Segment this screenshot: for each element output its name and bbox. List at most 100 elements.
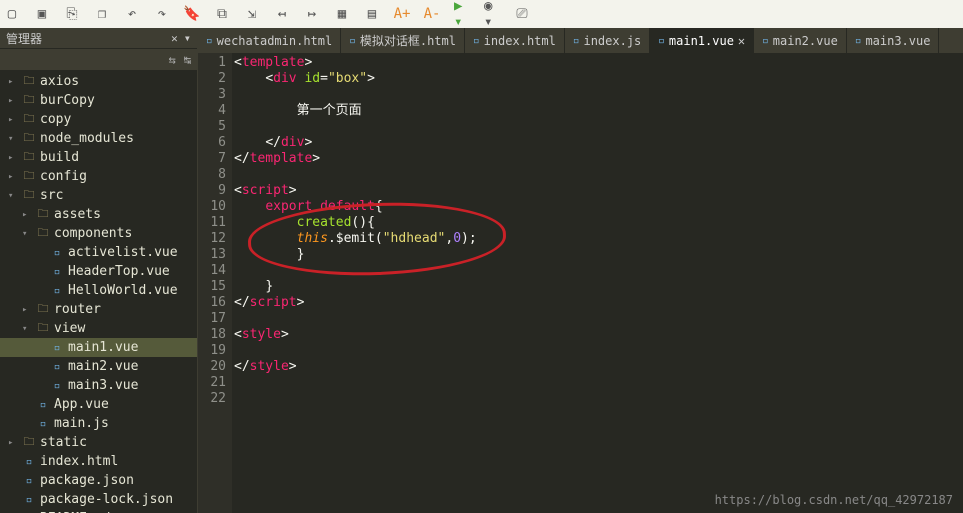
code-line[interactable] (234, 343, 963, 359)
file-icon: ▫ (349, 34, 356, 47)
line-number: 16 (198, 295, 226, 311)
overflow-icon[interactable]: ▾ (184, 31, 191, 45)
code-line[interactable]: <div id="box"> (234, 71, 963, 87)
tree-label: config (40, 169, 87, 184)
tree-file[interactable]: ▫activelist.vue (0, 243, 197, 262)
editor-tab[interactable]: ▫main1.vue✕ (650, 28, 754, 53)
code-editor[interactable]: 12345678910111213141516171819202122 <tem… (198, 53, 963, 513)
new-icon[interactable]: ▢ (4, 6, 20, 22)
code-line[interactable] (234, 263, 963, 279)
editor-tab[interactable]: ▫main2.vue (754, 28, 847, 53)
tree-file[interactable]: ▫main.js (0, 414, 197, 433)
nav-left-icon[interactable]: ↤ (274, 6, 290, 22)
sidebar-tab-title: 管理器 (6, 30, 171, 47)
code-line[interactable]: </script> (234, 295, 963, 311)
saveall-icon[interactable]: ❐ (94, 6, 110, 22)
tree-label: main.js (54, 416, 109, 431)
code-area[interactable]: <template> <div id="box"> 第一个页面 </div></… (232, 53, 963, 513)
code-line[interactable]: created(){ (234, 215, 963, 231)
link-icon[interactable]: ↹ (184, 53, 191, 67)
code-line[interactable]: <script> (234, 183, 963, 199)
open-icon[interactable]: ▣ (34, 6, 50, 22)
folder-icon: 🗀 (36, 322, 50, 336)
code-line[interactable]: this.$emit("hdhead",0); (234, 231, 963, 247)
code-line[interactable]: } (234, 247, 963, 263)
code-line[interactable] (234, 391, 963, 407)
file-icon: ▫ (50, 360, 64, 374)
tree-file[interactable]: ▫index.html (0, 452, 197, 471)
code-line[interactable]: export default{ (234, 199, 963, 215)
tree-folder[interactable]: ▸🗀copy (0, 110, 197, 129)
folder-icon: 🗀 (22, 113, 36, 127)
file-icon: ▫ (50, 265, 64, 279)
tree-file[interactable]: ▫App.vue (0, 395, 197, 414)
tree-folder[interactable]: ▾🗀view (0, 319, 197, 338)
undo-icon[interactable]: ↶ (124, 6, 140, 22)
tree-folder[interactable]: ▸🗀assets (0, 205, 197, 224)
watermark-text: https://blog.csdn.net/qq_42972187 (715, 493, 953, 507)
folder-icon: 🗀 (22, 75, 36, 89)
code-line[interactable]: <style> (234, 327, 963, 343)
bookmark-icon[interactable]: 🔖 (184, 6, 200, 22)
tree-folder[interactable]: ▾🗀node_modules (0, 129, 197, 148)
tree-folder[interactable]: ▸🗀router (0, 300, 197, 319)
code-line[interactable]: <template> (234, 55, 963, 71)
tree-label: HelloWorld.vue (68, 283, 178, 298)
editor-tab[interactable]: ▫模拟对话框.html (341, 28, 465, 53)
editor-tab[interactable]: ▫main3.vue (847, 28, 940, 53)
db-icon[interactable]: ⧉ (214, 6, 230, 22)
tree-file[interactable]: ▫README.md (0, 509, 197, 513)
code-line[interactable]: </div> (234, 135, 963, 151)
code-line[interactable] (234, 311, 963, 327)
tree-file[interactable]: ▫main1.vue (0, 338, 197, 357)
line-number: 2 (198, 71, 226, 87)
code-line[interactable]: </template> (234, 151, 963, 167)
tree-label: activelist.vue (68, 245, 178, 260)
editor-tab[interactable]: ▫index.html (465, 28, 565, 53)
tree-folder[interactable]: ▸🗀build (0, 148, 197, 167)
export-icon[interactable]: ⇲ (244, 6, 260, 22)
tree-folder[interactable]: ▾🗀src (0, 186, 197, 205)
redo-icon[interactable]: ↷ (154, 6, 170, 22)
tree-file[interactable]: ▫package-lock.json (0, 490, 197, 509)
grid-icon[interactable]: ▤ (364, 6, 380, 22)
tree-file[interactable]: ▫main2.vue (0, 357, 197, 376)
project-tree[interactable]: ▸🗀axios▸🗀burCopy▸🗀copy▾🗀node_modules▸🗀bu… (0, 70, 197, 513)
tree-folder[interactable]: ▸🗀config (0, 167, 197, 186)
tree-file[interactable]: ▫main3.vue (0, 376, 197, 395)
tree-label: router (54, 302, 101, 317)
close-icon[interactable]: ✕ (738, 34, 745, 48)
code-line[interactable] (234, 119, 963, 135)
line-number: 12 (198, 231, 226, 247)
collapse-icon[interactable]: ⇆ (169, 53, 176, 67)
file-icon: ▫ (22, 455, 36, 469)
tree-file[interactable]: ▫package.json (0, 471, 197, 490)
sidebar-tab[interactable]: 管理器 ✕ ▾ (0, 28, 197, 48)
browser-icon[interactable]: ⎚ (514, 6, 530, 22)
tab-label: main1.vue (669, 34, 734, 48)
code-line[interactable]: </style> (234, 359, 963, 375)
tree-label: node_modules (40, 131, 134, 146)
tree-folder[interactable]: ▸🗀axios (0, 72, 197, 91)
save-icon[interactable]: ⎘ (64, 6, 80, 22)
code-line[interactable]: 第一个页面 (234, 103, 963, 119)
run-icon[interactable]: ▶ ▾ (454, 6, 470, 22)
font-minus-icon[interactable]: A- (424, 6, 440, 22)
editor-tab[interactable]: ▫index.js (565, 28, 650, 53)
nav-right-icon[interactable]: ↦ (304, 6, 320, 22)
font-plus-icon[interactable]: A+ (394, 6, 410, 22)
tree-label: build (40, 150, 79, 165)
layout-icon[interactable]: ▦ (334, 6, 350, 22)
tree-folder[interactable]: ▾🗀components (0, 224, 197, 243)
tree-folder[interactable]: ▸🗀burCopy (0, 91, 197, 110)
code-line[interactable] (234, 167, 963, 183)
chrome-icon[interactable]: ◉ ▾ (484, 6, 500, 22)
code-line[interactable] (234, 375, 963, 391)
tree-folder[interactable]: ▸🗀static (0, 433, 197, 452)
tree-file[interactable]: ▫HelloWorld.vue (0, 281, 197, 300)
code-line[interactable]: } (234, 279, 963, 295)
editor-tab[interactable]: ▫wechatadmin.html (198, 28, 341, 53)
close-icon[interactable]: ✕ (171, 32, 178, 45)
tree-file[interactable]: ▫HeaderTop.vue (0, 262, 197, 281)
code-line[interactable] (234, 87, 963, 103)
